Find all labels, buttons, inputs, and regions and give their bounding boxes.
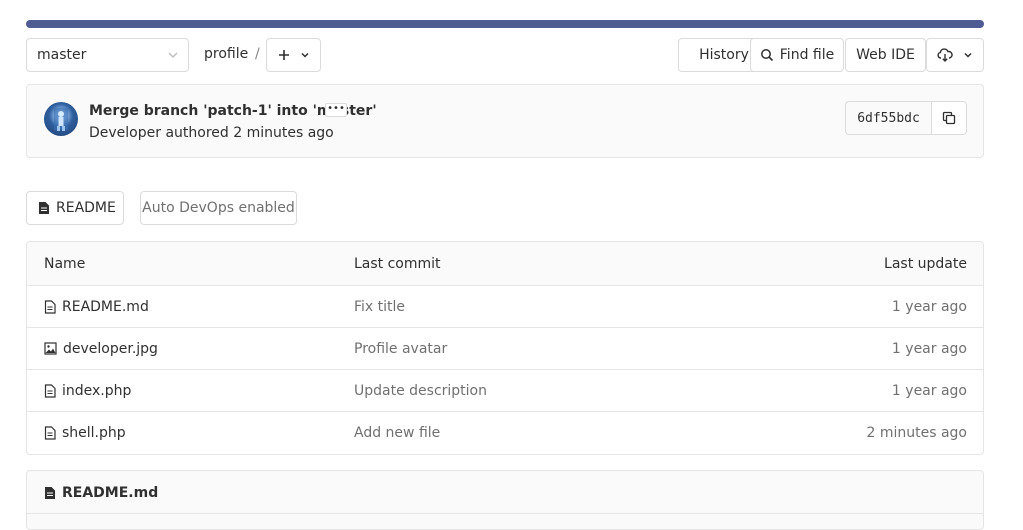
commit-message[interactable]: Add new file xyxy=(354,425,440,441)
header-last-update: Last update xyxy=(884,255,967,272)
cloud-download-icon xyxy=(937,48,953,62)
file-icon xyxy=(44,486,56,500)
search-icon xyxy=(760,48,774,62)
last-commit-panel: Merge branch 'patch-1' into 'master' •••… xyxy=(26,84,984,158)
file-name[interactable]: developer.jpg xyxy=(63,341,158,357)
toggle-description-button[interactable]: ••• xyxy=(325,103,347,117)
copy-sha-button[interactable] xyxy=(931,101,967,135)
file-icon xyxy=(44,299,56,314)
table-row[interactable]: developer.jpg Profile avatar 1 year ago xyxy=(27,328,983,370)
auto-devops-button[interactable]: Auto DevOps enabled xyxy=(140,191,297,225)
file-cell: README.md xyxy=(44,299,149,315)
readme-button[interactable]: README xyxy=(26,191,124,225)
file-cell: index.php xyxy=(44,383,131,399)
avatar[interactable] xyxy=(44,102,78,136)
breadcrumb-separator: / xyxy=(255,46,260,62)
file-name[interactable]: index.php xyxy=(62,383,131,399)
add-dropdown-button[interactable] xyxy=(266,38,321,72)
readme-panel-header: README.md xyxy=(44,485,158,501)
history-label: History xyxy=(699,47,749,63)
branch-selector[interactable]: master xyxy=(26,38,189,72)
file-cell: shell.php xyxy=(44,425,126,441)
readme-button-label: README xyxy=(56,200,116,216)
readme-panel: README.md xyxy=(26,470,984,530)
file-icon xyxy=(44,383,56,398)
file-tree-table: Name Last commit Last update README.md F… xyxy=(26,241,984,455)
commit-meta: Developer authored 2 minutes ago xyxy=(89,125,334,141)
chevron-down-icon xyxy=(166,48,180,62)
last-update: 1 year ago xyxy=(891,340,967,357)
last-update: 1 year ago xyxy=(891,382,967,399)
commit-message[interactable]: Fix title xyxy=(354,299,405,315)
last-update: 1 year ago xyxy=(891,298,967,315)
plus-icon xyxy=(278,49,290,61)
commit-sha[interactable]: 6df55bdc xyxy=(845,101,931,135)
table-row[interactable]: README.md Fix title 1 year ago xyxy=(27,286,983,328)
readme-panel-title[interactable]: README.md xyxy=(62,485,158,501)
progress-bar xyxy=(26,20,984,28)
commit-message[interactable]: Update description xyxy=(354,383,487,399)
image-file-icon xyxy=(44,342,57,355)
table-header: Name Last commit Last update xyxy=(27,242,983,286)
auto-devops-label: Auto DevOps enabled xyxy=(142,200,295,216)
chevron-down-icon xyxy=(300,50,310,60)
file-name[interactable]: shell.php xyxy=(62,425,126,441)
branch-name: master xyxy=(37,47,87,63)
last-update: 2 minutes ago xyxy=(866,425,967,441)
file-icon xyxy=(38,201,50,215)
find-file-button[interactable]: Find file xyxy=(750,38,844,72)
web-ide-label: Web IDE xyxy=(856,47,915,63)
commit-message[interactable]: Profile avatar xyxy=(354,341,447,357)
web-ide-button[interactable]: Web IDE xyxy=(845,38,926,72)
divider xyxy=(27,513,983,514)
file-cell: developer.jpg xyxy=(44,341,158,357)
breadcrumb-project[interactable]: profile xyxy=(204,46,248,62)
file-name[interactable]: README.md xyxy=(62,299,149,315)
download-dropdown-button[interactable] xyxy=(926,38,984,72)
find-file-label: Find file xyxy=(779,47,835,63)
repo-toolbar: master profile / History Find file Web I… xyxy=(26,38,984,72)
chevron-down-icon xyxy=(963,50,973,60)
file-icon xyxy=(44,426,56,440)
copy-icon xyxy=(942,111,956,125)
header-last-commit: Last commit xyxy=(354,255,441,272)
table-row[interactable]: index.php Update description 1 year ago xyxy=(27,370,983,412)
table-row[interactable]: shell.php Add new file 2 minutes ago xyxy=(27,412,983,454)
header-name: Name xyxy=(44,255,86,272)
